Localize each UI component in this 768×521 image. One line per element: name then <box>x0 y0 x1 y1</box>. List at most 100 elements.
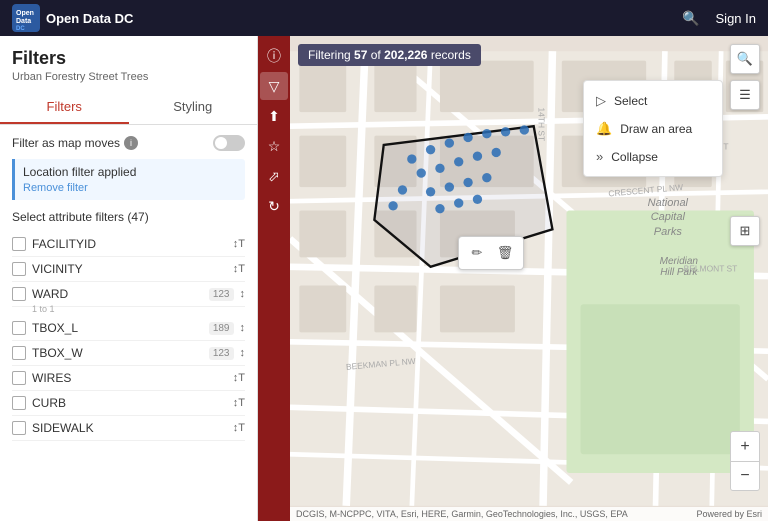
logo-icon: Open Data DC <box>12 4 40 32</box>
info-icon: i <box>124 136 138 150</box>
app-header: Open Data DC Open Data DC 🔍 Sign In <box>0 0 768 36</box>
filter-sort-tboxw[interactable]: ↕ <box>240 347 246 359</box>
filter-name-tboxw: TBOX_W <box>32 346 203 360</box>
filter-item-tboxl: TBOX_L 189 ↕ <box>12 316 245 341</box>
filter-item-sidewalk: SIDEWALK ↕T <box>12 416 245 441</box>
filter-name-wires: WIRES <box>32 371 227 385</box>
filter-checkbox-curb[interactable] <box>12 396 26 410</box>
filter-list: FACILITYID ↕T VICINITY ↕T WARD 123 ↕ 1 t… <box>12 232 245 441</box>
sidebar-title: Filters <box>0 36 257 71</box>
sidebar: Filters Urban Forestry Street Trees Filt… <box>0 36 258 521</box>
attribution-text: DCGIS, M-NCPPC, VITA, Esri, HERE, Garmin… <box>296 509 628 519</box>
map-select-item-collapse[interactable]: » Collapse <box>584 143 722 170</box>
filter-records-text: records <box>431 48 471 62</box>
filter-sort-facilityid[interactable]: ↕T <box>233 238 245 250</box>
svg-text:Open: Open <box>16 10 34 17</box>
header-actions: 🔍 Sign In <box>682 10 756 27</box>
map-label-meridian-hill-park: MeridianHill Park <box>660 256 698 278</box>
filter-sub-ward: 1 to 1 <box>12 304 245 314</box>
select-arrow-icon: ▷ <box>596 93 606 109</box>
filter-item-vicinity: VICINITY ↕T <box>12 257 245 282</box>
filter-item-curb: CURB ↕T <box>12 391 245 416</box>
map-right-panel: ☰ <box>730 80 760 110</box>
map-layers-btn[interactable]: ☰ <box>730 80 760 110</box>
filter-sort-ward[interactable]: ↕ <box>240 288 246 300</box>
select-label: Select <box>614 94 647 108</box>
header-search-icon[interactable]: 🔍 <box>682 10 699 27</box>
signin-button[interactable]: Sign In <box>716 11 756 26</box>
map-toolbar-left: ⓘ ▽ ⬆ ☆ ⬀ ↻ <box>258 36 290 521</box>
map-tool-info[interactable]: ⓘ <box>260 42 288 70</box>
zoom-in-btn[interactable]: + <box>730 431 760 461</box>
map-search-btn[interactable]: 🔍 <box>730 44 760 74</box>
sidebar-content: Filter as map moves i Location filter ap… <box>0 125 257 451</box>
map-container[interactable]: CRESCENT PL NW BEEKMAN PL NW CHAPIN ST B… <box>258 36 768 521</box>
filter-sort-curb[interactable]: ↕T <box>233 397 245 409</box>
map-tool-star[interactable]: ☆ <box>260 132 288 160</box>
collapse-label: Collapse <box>611 150 658 164</box>
filter-checkbox-tboxl[interactable] <box>12 321 26 335</box>
filter-sort-tboxl[interactable]: ↕ <box>240 322 246 334</box>
map-table-btn[interactable]: ⊞ <box>730 216 760 246</box>
main-layout: Filters Urban Forestry Street Trees Filt… <box>0 36 768 521</box>
filter-as-map-moves-row: Filter as map moves i <box>12 135 245 151</box>
map-tool-share[interactable]: ⬀ <box>260 162 288 190</box>
map-tool-filter[interactable]: ▽ <box>260 72 288 100</box>
map-zoom-controls: + − <box>730 431 760 491</box>
filter-checkbox-wires[interactable] <box>12 371 26 385</box>
map-tool-upload[interactable]: ⬆ <box>260 102 288 130</box>
remove-filter-link[interactable]: Remove filter <box>23 182 88 194</box>
filter-checkbox-sidewalk[interactable] <box>12 421 26 435</box>
map-tool-refresh[interactable]: ↻ <box>260 192 288 220</box>
map-label-national-capital-parks: NationalCapitalParks <box>648 196 688 239</box>
filter-item-wires: WIRES ↕T <box>12 366 245 391</box>
filter-sort-vicinity[interactable]: ↕T <box>233 263 245 275</box>
filter-checkbox-facilityid[interactable] <box>12 237 26 251</box>
filter-checkbox-tboxw[interactable] <box>12 346 26 360</box>
filter-map-moves-label: Filter as map moves <box>12 136 120 150</box>
sidebar-subtitle: Urban Forestry Street Trees <box>0 71 257 91</box>
sidebar-tabs: Filters Styling <box>0 91 257 125</box>
app-title: Open Data DC <box>46 11 133 26</box>
map-top-bar: Filtering 57 of 202,226 records 🔍 <box>298 44 760 74</box>
filter-current: 57 <box>354 48 367 62</box>
filter-name-facilityid: FACILITYID <box>32 237 227 251</box>
map-attribution: DCGIS, M-NCPPC, VITA, Esri, HERE, Garmin… <box>290 507 768 521</box>
map-select-item-draw[interactable]: 🔔 Draw an area <box>584 115 722 143</box>
filter-map-moves-toggle[interactable] <box>213 135 245 151</box>
filter-name-ward: WARD <box>32 287 203 301</box>
draw-area-icon: 🔔 <box>596 121 612 137</box>
logo: Open Data DC Open Data DC <box>12 4 133 32</box>
collapse-icon: » <box>596 149 603 164</box>
filter-item-tboxw: TBOX_W 123 ↕ <box>12 341 245 366</box>
edit-pencil-btn[interactable]: ✏ <box>465 241 489 265</box>
filter-sort-sidewalk[interactable]: ↕T <box>233 422 245 434</box>
edit-delete-btn[interactable]: 🗑 <box>493 241 517 265</box>
location-filter-box: Location filter applied Remove filter <box>12 159 245 200</box>
tab-styling[interactable]: Styling <box>129 91 258 124</box>
filter-badge-tboxw: 123 <box>209 347 234 360</box>
filter-name-curb: CURB <box>32 396 227 410</box>
map-edit-toolbar: ✏ 🗑 <box>458 236 524 270</box>
filter-badge-tboxl: 189 <box>209 322 234 335</box>
filter-of-text: of <box>371 48 381 62</box>
filter-sort-wires[interactable]: ↕T <box>233 372 245 384</box>
filter-item-facilityid: FACILITYID ↕T <box>12 232 245 257</box>
filter-total: 202,226 <box>384 48 427 62</box>
powered-by-text: Powered by Esri <box>696 509 762 519</box>
svg-text:Data: Data <box>16 18 31 25</box>
draw-label: Draw an area <box>620 122 692 136</box>
filter-count-badge: Filtering 57 of 202,226 records <box>298 44 481 66</box>
attr-filters-title: Select attribute filters (47) <box>12 210 245 224</box>
filter-checkbox-ward[interactable] <box>12 287 26 301</box>
filter-name-tboxl: TBOX_L <box>32 321 203 335</box>
tab-filters[interactable]: Filters <box>0 91 129 124</box>
svg-text:14TH ST: 14TH ST <box>536 107 546 141</box>
filter-checkbox-vicinity[interactable] <box>12 262 26 276</box>
filter-count-text: Filtering <box>308 48 351 62</box>
zoom-out-btn[interactable]: − <box>730 461 760 491</box>
filter-name-vicinity: VICINITY <box>32 262 227 276</box>
map-select-item-select[interactable]: ▷ Select <box>584 87 722 115</box>
svg-text:DC: DC <box>16 26 25 32</box>
location-filter-text: Location filter applied <box>23 165 237 179</box>
